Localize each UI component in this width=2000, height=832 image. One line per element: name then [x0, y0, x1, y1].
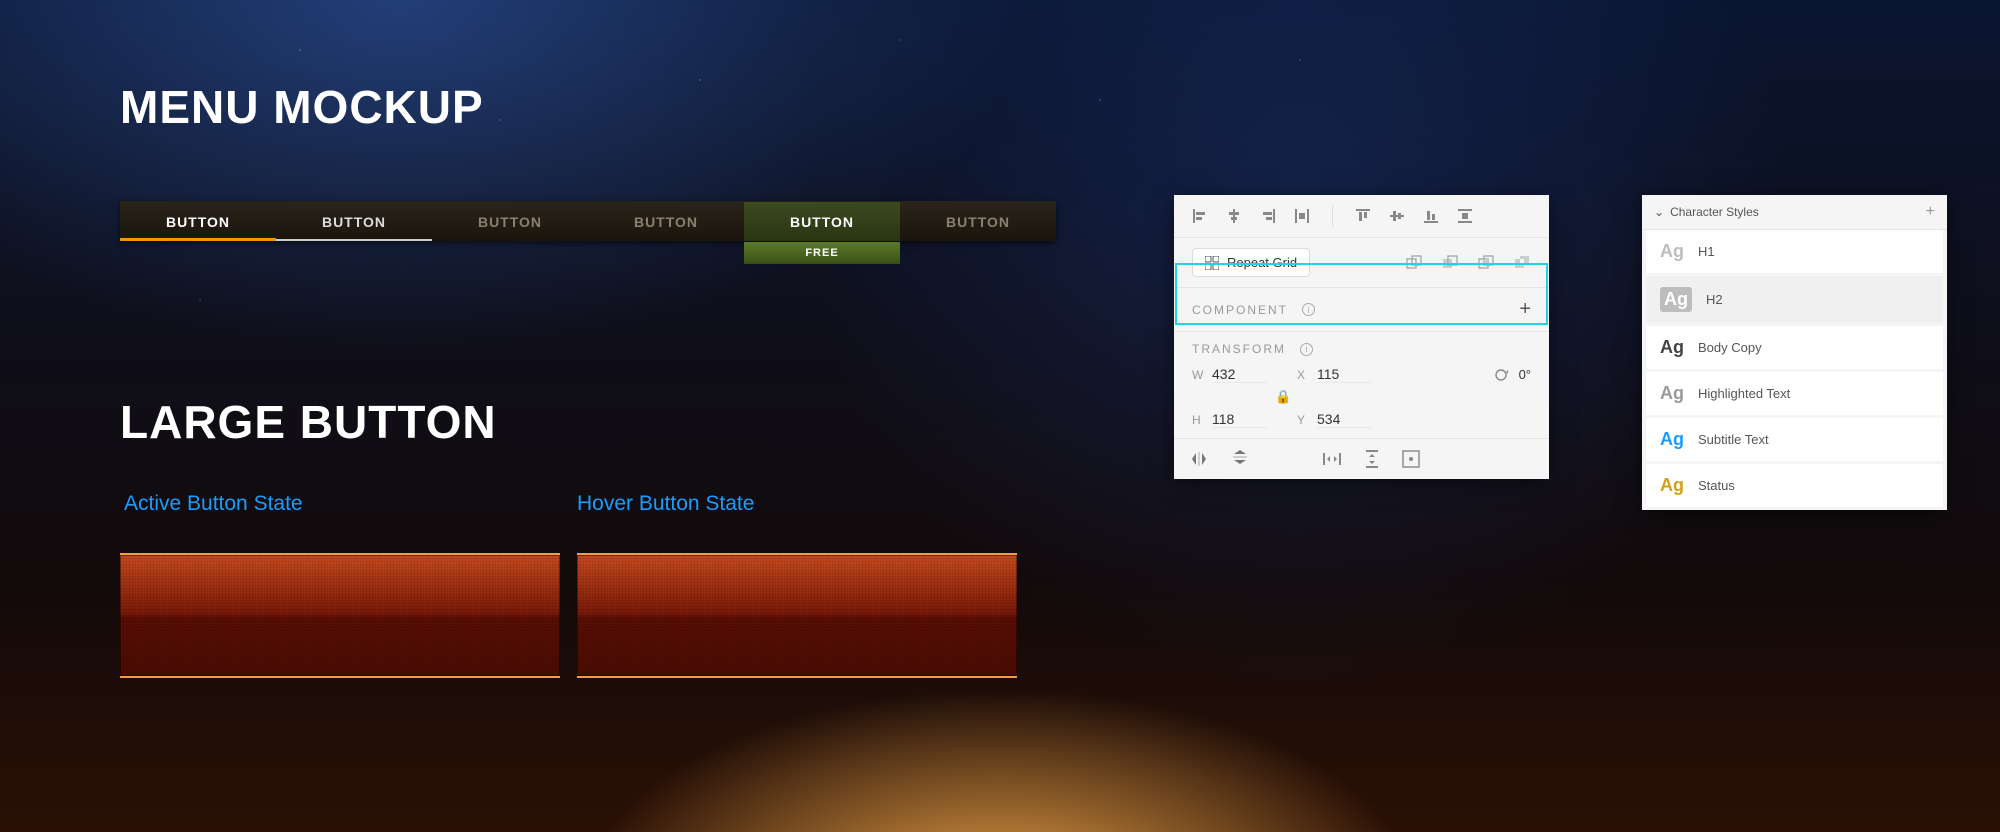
- ag-swatch: Ag: [1660, 429, 1684, 450]
- nav-button-4[interactable]: BUTTON: [588, 202, 744, 241]
- char-style-h2[interactable]: Ag H2: [1646, 276, 1943, 323]
- char-style-highlighted-text[interactable]: Ag Highlighted Text: [1646, 372, 1943, 415]
- char-style-status[interactable]: Ag Status: [1646, 464, 1943, 507]
- ag-swatch: Ag: [1660, 287, 1692, 312]
- ag-swatch: Ag: [1660, 241, 1684, 262]
- ag-swatch: Ag: [1660, 383, 1684, 404]
- boolean-add-icon[interactable]: [1405, 254, 1423, 272]
- align-top-icon[interactable]: [1355, 205, 1371, 227]
- rotate-icon[interactable]: [1493, 367, 1509, 383]
- align-stretch-icon[interactable]: [1294, 205, 1310, 227]
- nav-button-1[interactable]: BUTTON: [120, 202, 276, 241]
- align-right-icon[interactable]: [1260, 205, 1276, 227]
- height-input[interactable]: [1212, 411, 1267, 428]
- properties-panel: Repeat Grid COMPONENT i + TRANSFORM i W …: [1174, 195, 1549, 479]
- flip-vertical-icon[interactable]: [1232, 450, 1248, 468]
- add-style-icon[interactable]: +: [1926, 203, 1935, 221]
- w-label: W: [1192, 368, 1206, 382]
- transform-header: TRANSFORM i: [1174, 332, 1549, 360]
- nav-button-2[interactable]: BUTTON: [276, 202, 432, 241]
- y-input[interactable]: [1317, 411, 1372, 428]
- char-style-name: H1: [1698, 244, 1715, 259]
- transform-label: TRANSFORM: [1192, 342, 1286, 356]
- info-icon[interactable]: i: [1302, 303, 1315, 316]
- character-styles-header[interactable]: ⌄ Character Styles +: [1642, 195, 1947, 230]
- x-label: X: [1297, 368, 1311, 382]
- ag-swatch: Ag: [1660, 475, 1684, 496]
- nav-button-3[interactable]: BUTTON: [432, 202, 588, 241]
- align-toolbar: [1174, 195, 1549, 238]
- repeat-grid-label: Repeat Grid: [1227, 255, 1297, 270]
- char-style-name: H2: [1706, 292, 1723, 307]
- align-stretch-v-icon[interactable]: [1457, 205, 1473, 227]
- label-active-state: Active Button State: [124, 492, 303, 516]
- character-styles-panel: ⌄ Character Styles + Ag H1 Ag H2 Ag Body Copy…: [1642, 195, 1947, 510]
- char-style-name: Subtitle Text: [1698, 432, 1769, 447]
- x-input[interactable]: [1317, 366, 1372, 383]
- responsive-height-icon[interactable]: [1364, 449, 1380, 469]
- char-style-name: Status: [1698, 478, 1735, 493]
- responsive-resize-icon[interactable]: [1402, 450, 1420, 468]
- char-style-body-copy[interactable]: Ag Body Copy: [1646, 326, 1943, 369]
- info-icon[interactable]: i: [1300, 343, 1313, 356]
- responsive-width-icon[interactable]: [1322, 451, 1342, 467]
- nav-button-6[interactable]: BUTTON: [900, 202, 1056, 241]
- grid-icon: [1205, 256, 1219, 270]
- flip-horizontal-icon[interactable]: [1192, 451, 1210, 467]
- character-styles-title: Character Styles: [1670, 205, 1759, 219]
- chevron-down-icon: ⌄: [1654, 205, 1664, 219]
- align-left-icon[interactable]: [1192, 205, 1208, 227]
- ag-swatch: Ag: [1660, 337, 1684, 358]
- y-label: Y: [1297, 413, 1311, 427]
- repeat-grid-button[interactable]: Repeat Grid: [1192, 248, 1310, 277]
- label-hover-state: Hover Button State: [577, 492, 754, 516]
- char-style-h1[interactable]: Ag H1: [1646, 230, 1943, 273]
- nav-dropdown-tag[interactable]: FREE: [744, 242, 900, 264]
- large-button-hover[interactable]: [577, 553, 1017, 678]
- heading-large-button: LARGE BUTTON: [120, 395, 497, 449]
- align-center-h-icon[interactable]: [1226, 205, 1242, 227]
- h-label: H: [1192, 413, 1206, 427]
- rotation-value[interactable]: 0°: [1519, 367, 1531, 382]
- nav-bar: BUTTON BUTTON BUTTON BUTTON BUTTON FREE …: [120, 201, 1056, 241]
- align-middle-icon[interactable]: [1389, 205, 1405, 227]
- boolean-exclude-icon[interactable]: [1513, 254, 1531, 272]
- lock-aspect-icon[interactable]: 🔒: [1275, 389, 1291, 405]
- char-style-name: Body Copy: [1698, 340, 1762, 355]
- component-section: COMPONENT i +: [1174, 288, 1549, 332]
- large-button-active[interactable]: [120, 553, 560, 678]
- align-bottom-icon[interactable]: [1423, 205, 1439, 227]
- boolean-subtract-icon[interactable]: [1441, 254, 1459, 272]
- add-component-icon[interactable]: +: [1519, 298, 1531, 321]
- width-input[interactable]: [1212, 366, 1267, 383]
- char-style-name: Highlighted Text: [1698, 386, 1790, 401]
- char-style-subtitle-text[interactable]: Ag Subtitle Text: [1646, 418, 1943, 461]
- component-label: COMPONENT: [1192, 303, 1288, 317]
- repeat-grid-row: Repeat Grid: [1174, 238, 1549, 288]
- nav-button-5[interactable]: BUTTON FREE: [744, 202, 900, 241]
- heading-menu-mockup: MENU MOCKUP: [120, 80, 484, 134]
- boolean-intersect-icon[interactable]: [1477, 254, 1495, 272]
